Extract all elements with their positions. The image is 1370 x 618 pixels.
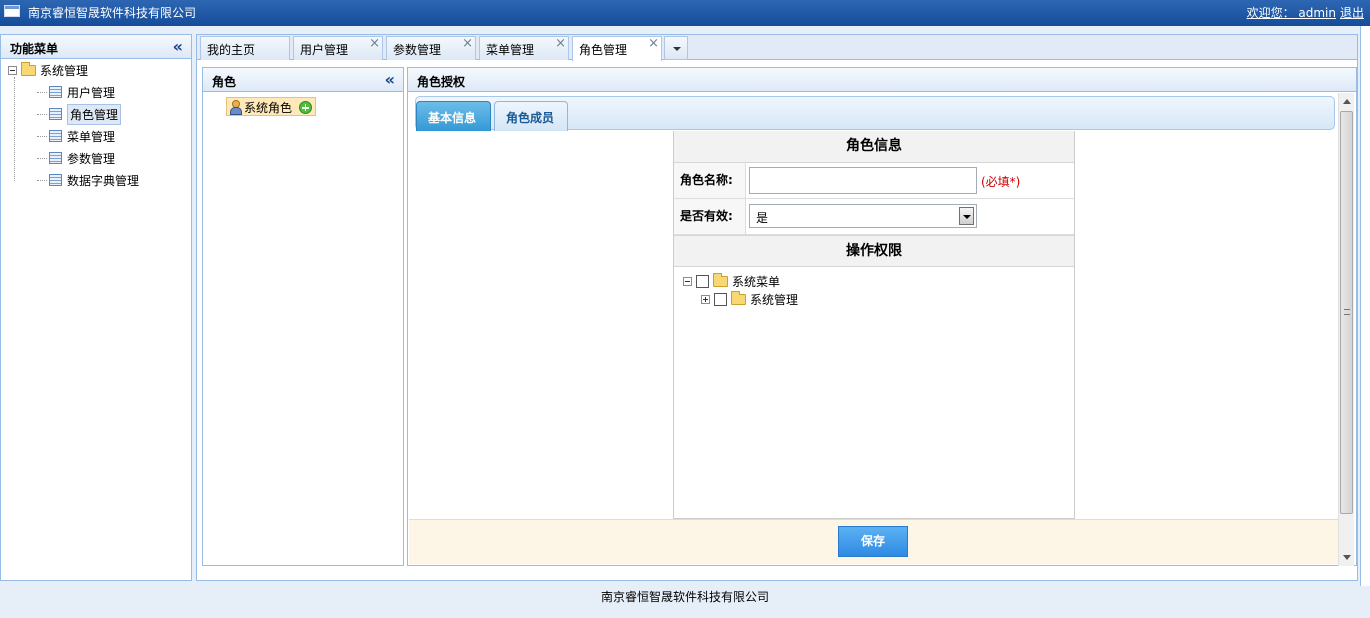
folder-icon	[713, 272, 728, 287]
is-valid-label: 是否有效:	[674, 199, 746, 234]
role-authorization-header: 角色授权	[408, 68, 1356, 92]
role-name-input[interactable]	[749, 167, 977, 194]
close-icon[interactable]: ×	[369, 36, 380, 51]
sidebar-item-dictionary-management[interactable]: 数据字典管理	[49, 170, 139, 190]
form-footer: 保存	[409, 519, 1339, 564]
sidebar-item-label: 用户管理	[67, 85, 116, 100]
role-info-title: 角色信息	[674, 131, 1074, 163]
sidebar-item-user-management[interactable]: 用户管理	[49, 82, 115, 102]
perm-tree-root[interactable]: 系统菜单	[683, 271, 780, 291]
sidebar-item-label: 参数管理	[67, 151, 116, 166]
window-icon	[4, 5, 20, 17]
perm-root-label: 系统菜单	[732, 274, 781, 289]
sidebar-item-label: 数据字典管理	[67, 173, 140, 188]
scroll-down-icon[interactable]	[1343, 555, 1351, 560]
page-icon	[49, 174, 62, 186]
function-menu-title: 功能菜单	[10, 42, 59, 56]
add-role-icon[interactable]	[298, 101, 312, 114]
tree-root-system-management[interactable]: 系统管理	[8, 60, 88, 80]
page-icon	[49, 86, 62, 98]
chevron-down-icon[interactable]	[959, 207, 974, 225]
sidebar-item-role-management[interactable]: 角色管理	[49, 103, 122, 125]
is-valid-select[interactable]: 是	[749, 204, 977, 228]
perm-root-checkbox[interactable]	[696, 274, 709, 288]
tab-label: 参数管理	[393, 43, 442, 57]
role-name-row: 角色名称: (必填*)	[674, 163, 1074, 199]
tab-label: 角色成员	[506, 111, 555, 125]
role-name-label: 角色名称:	[674, 163, 746, 198]
permission-tree: 系统菜单 系统管理	[674, 267, 1074, 517]
tab-label: 角色管理	[579, 43, 628, 57]
permission-title: 操作权限	[674, 235, 1074, 267]
close-icon[interactable]: ×	[462, 36, 473, 51]
close-icon[interactable]: ×	[648, 36, 659, 51]
function-menu-header: 功能菜单 «	[1, 35, 191, 59]
tab-bar: 我的主页 用户管理 × 参数管理 × 菜单管理 × 角色管理 ×	[197, 35, 1357, 61]
collapse-toggle-icon[interactable]	[8, 65, 17, 75]
expand-toggle-icon[interactable]	[701, 294, 710, 304]
role-tree-node-system-role[interactable]: 系统角色	[226, 97, 316, 116]
app-title: 南京睿恒智晟软件科技有限公司	[28, 6, 197, 20]
page-icon	[49, 130, 62, 142]
is-valid-row: 是否有效: 是	[674, 199, 1074, 235]
tab-role-members[interactable]: 角色成员	[494, 101, 568, 131]
page-icon	[49, 152, 62, 164]
tab-role-management[interactable]: 角色管理 ×	[572, 36, 662, 61]
role-panel-header: 角色 «	[203, 68, 403, 92]
welcome-user-link[interactable]: 欢迎您： admin	[1247, 4, 1336, 21]
save-button[interactable]: 保存	[838, 526, 908, 557]
perm-tree-child[interactable]: 系统管理	[701, 289, 798, 309]
tab-label: 用户管理	[300, 43, 349, 57]
required-hint: (必填*)	[981, 175, 1021, 189]
folder-icon	[21, 61, 36, 76]
perm-child-label: 系统管理	[750, 292, 799, 307]
tab-list-dropdown-icon[interactable]	[664, 36, 688, 60]
page-footer: 南京睿恒智晟软件科技有限公司	[0, 583, 1370, 618]
right-edge-strip	[1360, 26, 1370, 586]
sidebar-item-menu-management[interactable]: 菜单管理	[49, 126, 115, 146]
tab-label: 菜单管理	[486, 43, 535, 57]
auth-tab-bar: 基本信息 角色成员	[415, 96, 1335, 131]
tab-menu-management[interactable]: 菜单管理 ×	[479, 36, 569, 60]
tab-label: 我的主页	[207, 43, 256, 57]
tab-basic-info[interactable]: 基本信息	[416, 101, 491, 131]
role-authorization-panel: 角色授权 基本信息 角色成员 角色信息 角色名称: (必填*) 是否有效: 是 …	[407, 67, 1357, 566]
role-form: 角色信息 角色名称: (必填*) 是否有效: 是 操作权限 系统菜单 系统管理	[673, 131, 1075, 519]
collapse-role-panel-icon[interactable]: «	[385, 70, 395, 89]
perm-child-checkbox[interactable]	[714, 292, 727, 306]
footer-company: 南京睿恒智晟软件科技有限公司	[600, 590, 769, 604]
role-panel-title: 角色	[212, 75, 237, 89]
sidebar-item-label: 菜单管理	[67, 129, 116, 144]
tab-param-management[interactable]: 参数管理 ×	[386, 36, 476, 60]
sidebar-item-param-management[interactable]: 参数管理	[49, 148, 115, 168]
is-valid-value: 是	[756, 211, 769, 225]
tree-root-label: 系统管理	[40, 63, 89, 78]
role-panel: 角色 « 系统角色	[202, 67, 404, 566]
page-icon	[49, 108, 62, 120]
scroll-thumb[interactable]	[1340, 111, 1353, 514]
collapse-toggle-icon[interactable]	[683, 276, 692, 286]
top-header: 南京睿恒智晟软件科技有限公司 欢迎您： admin 退出	[0, 0, 1370, 26]
vertical-scrollbar[interactable]	[1338, 93, 1354, 566]
tab-user-management[interactable]: 用户管理 ×	[293, 36, 383, 60]
folder-icon	[731, 290, 746, 305]
function-menu-panel: 功能菜单 « 系统管理 用户管理 角色管理 菜单管理 参数管理 数据字典管理	[0, 34, 192, 581]
tab-label: 基本信息	[428, 111, 477, 125]
scroll-up-icon[interactable]	[1343, 99, 1351, 104]
close-icon[interactable]: ×	[555, 36, 566, 51]
logout-link[interactable]: 退出	[1340, 4, 1364, 21]
sidebar-item-label: 角色管理	[67, 103, 122, 125]
user-group-icon	[229, 100, 242, 115]
collapse-left-icon[interactable]: «	[173, 37, 183, 56]
role-authorization-title: 角色授权	[417, 75, 466, 89]
grip-icon	[1344, 309, 1350, 315]
role-node-label: 系统角色	[244, 101, 293, 115]
tab-home[interactable]: 我的主页	[200, 36, 290, 60]
